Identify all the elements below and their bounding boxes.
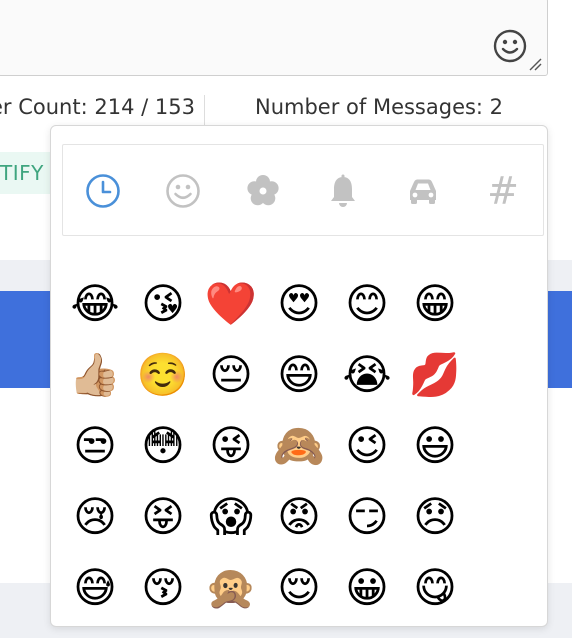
emoji-item[interactable]: 😌	[273, 562, 325, 614]
emoji-picker: # 😂 😘 ❤️ 😍 😊 😁 👍🏼 ☺️ 😔 😄 😭 💋 😒 😳 😜 🙈 😉 😃…	[50, 125, 548, 627]
emoji-item[interactable]: 😢	[69, 491, 121, 543]
emoji-item[interactable]: 😉	[341, 420, 393, 472]
emoji-item[interactable]: 😱	[205, 491, 257, 543]
message-count: Number of Messages: 2	[255, 95, 504, 119]
emoji-item[interactable]: 😜	[205, 420, 257, 472]
emoji-item[interactable]: 😂	[69, 278, 121, 330]
emoji-item[interactable]: 😚	[137, 562, 189, 614]
status-row: er Count: 214 / 153 Number of Messages: …	[0, 95, 572, 125]
tab-objects[interactable]	[323, 171, 363, 211]
emoji-toggle-button[interactable]	[492, 28, 528, 64]
character-count: er Count: 214 / 153	[0, 95, 195, 119]
smiley-face-icon	[166, 174, 200, 208]
flower-icon	[247, 175, 279, 206]
emoji-item[interactable]: 😒	[69, 420, 121, 472]
emoji-item[interactable]: 😃	[409, 420, 461, 472]
count-divider	[204, 95, 205, 125]
emoji-item[interactable]: 😋	[409, 562, 461, 614]
emoji-item[interactable]: 😘	[137, 278, 189, 330]
clock-icon	[86, 174, 120, 208]
emoji-item[interactable]: 👍🏼	[69, 349, 121, 401]
emoji-item[interactable]: 😭	[341, 349, 393, 401]
tab-symbols[interactable]: #	[483, 171, 523, 211]
emoji-item[interactable]: 🙈	[273, 420, 325, 472]
tab-recent[interactable]	[83, 171, 123, 211]
emoji-item[interactable]: 😔	[205, 349, 257, 401]
car-icon	[410, 179, 436, 204]
resize-handle-icon[interactable]	[528, 57, 542, 71]
emoji-item[interactable]: 😅	[69, 562, 121, 614]
emoji-category-tabs: #	[62, 144, 544, 236]
emoji-item[interactable]: 😀	[341, 562, 393, 614]
emoji-item[interactable]: 😝	[137, 491, 189, 543]
emoji-item[interactable]: ☺️	[137, 349, 189, 401]
smiley-icon	[493, 29, 527, 63]
message-textarea[interactable]	[0, 0, 548, 76]
emoji-item[interactable]: 😡	[273, 491, 325, 543]
emoji-item[interactable]: 🙊	[205, 562, 257, 614]
hash-icon: #	[487, 169, 519, 213]
bell-icon	[331, 174, 355, 207]
emoji-item[interactable]: 😞	[409, 491, 461, 543]
emoji-item[interactable]: 💋	[409, 349, 461, 401]
emoji-item[interactable]: 😊	[341, 278, 393, 330]
emoji-item[interactable]: 😏	[341, 491, 393, 543]
emoji-item[interactable]: ❤️	[205, 278, 257, 330]
emoji-item[interactable]: 😄	[273, 349, 325, 401]
emoji-item[interactable]: 😍	[273, 278, 325, 330]
emoji-item[interactable]: 😁	[409, 278, 461, 330]
notify-label: TIFY	[0, 161, 44, 185]
emoji-item[interactable]: 😳	[137, 420, 189, 472]
tab-people[interactable]	[163, 171, 203, 211]
tab-nature[interactable]	[243, 171, 283, 211]
tab-places[interactable]	[403, 171, 443, 211]
